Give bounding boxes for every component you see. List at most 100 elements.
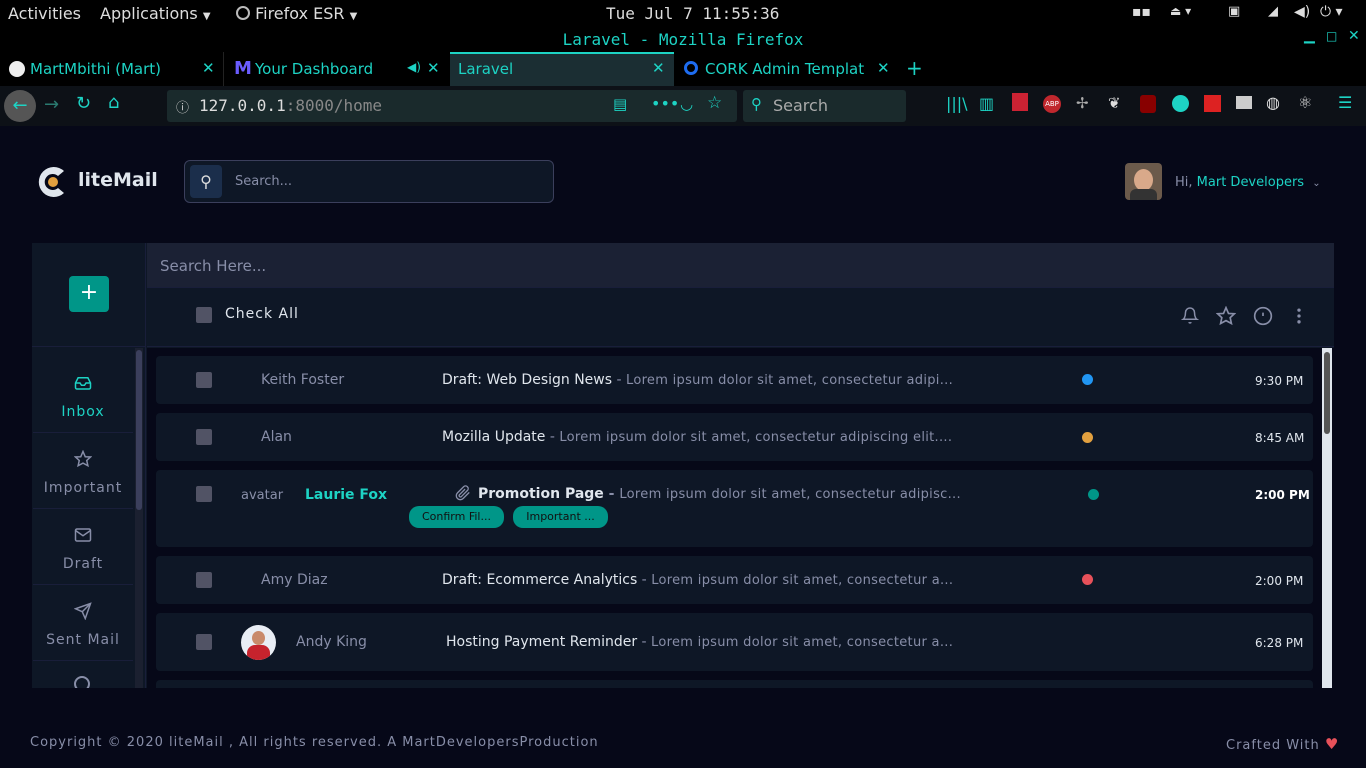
bell-icon[interactable] (1181, 306, 1199, 325)
extension-icon[interactable]: ❦ (1108, 94, 1121, 112)
footer-crafted: Crafted With ♥ (1226, 735, 1339, 753)
upload-icon[interactable]: ⏏ ▾ (1170, 4, 1191, 18)
check-all-checkbox[interactable] (196, 307, 212, 323)
react-icon[interactable]: ⚛ (1298, 93, 1312, 112)
alert-circle-icon[interactable] (74, 676, 92, 688)
avatar[interactable] (1125, 163, 1162, 200)
mail-subject: Mozilla Update (442, 429, 546, 445)
tab-label: MartMbithi (Mart) (30, 60, 162, 78)
mail-item[interactable]: Keith Foster Draft: Web Design News - Lo… (156, 356, 1313, 404)
applications-menu[interactable]: Applications ▼ (100, 4, 211, 23)
extension-icon[interactable] (1204, 95, 1221, 112)
reload-icon[interactable]: ↻ (76, 93, 91, 114)
activities-button[interactable]: Activities (8, 4, 81, 23)
mail-checkbox[interactable] (196, 634, 212, 650)
page-actions-icon[interactable]: ••• (651, 94, 679, 113)
star-icon[interactable] (1216, 306, 1236, 326)
sidebar-icon[interactable]: ▥ (979, 94, 994, 113)
home-icon[interactable]: ⌂ (108, 92, 119, 113)
clock[interactable]: Tue Jul 7 11:55:36 (606, 4, 779, 23)
star-icon (74, 450, 92, 468)
url-bar[interactable]: ⓘ 127.0.0.1:8000/home ▤ ••• ◡ ☆ (167, 90, 737, 122)
new-tab-icon[interactable]: + (906, 56, 923, 80)
close-tab-icon[interactable]: ✕ (877, 59, 890, 77)
cork-icon (684, 61, 698, 75)
search-icon: ⚲ (190, 165, 222, 198)
compose-button[interactable]: + (69, 276, 109, 312)
maximize-icon[interactable]: □ (1326, 29, 1337, 43)
wifi-icon[interactable]: ◢ (1268, 4, 1278, 19)
firefox-esr-menu[interactable]: Firefox ESR ▼ (236, 4, 357, 23)
mail-list-scrollbar[interactable] (1322, 348, 1332, 688)
crafted-label: Crafted With (1226, 738, 1320, 753)
alert-circle-icon[interactable] (1253, 306, 1273, 326)
sidebar-item-inbox[interactable]: Inbox (33, 357, 133, 433)
menu-icon[interactable]: ☰ (1338, 93, 1352, 112)
tab-github[interactable]: MartMbithi (Mart) ✕ (0, 52, 224, 86)
applications-label: Applications (100, 4, 198, 23)
extension-icon[interactable] (1236, 96, 1252, 109)
mail-item[interactable] (156, 680, 1313, 688)
url-path: :8000/home (285, 96, 383, 115)
litemail-logo-icon[interactable] (36, 163, 70, 201)
tag-badge[interactable]: Important ... (513, 506, 608, 528)
firefox-icon (236, 6, 250, 20)
mail-subject: Hosting Payment Reminder (446, 634, 638, 650)
video-icon[interactable]: ▪▪ (1132, 4, 1151, 20)
close-tab-icon[interactable]: ✕ (652, 59, 665, 77)
avatar (241, 625, 276, 660)
extension-icon[interactable] (1172, 95, 1189, 112)
close-tab-icon[interactable]: ✕ (202, 59, 215, 77)
reader-view-icon[interactable]: ▤ (613, 95, 627, 113)
extension-icon[interactable]: ✢ (1076, 94, 1089, 112)
close-window-icon[interactable]: ✕ (1348, 28, 1360, 44)
minimize-icon[interactable]: ▁ (1304, 28, 1315, 44)
chevron-down-icon: ▼ (202, 11, 211, 22)
sidebar-item-sent-mail[interactable]: Sent Mail (33, 585, 133, 661)
forward-icon[interactable]: → (44, 94, 59, 115)
tab-label: Your Dashboard (255, 60, 374, 78)
tab-dashboard[interactable]: M Your Dashboard ◀) ✕ (225, 52, 449, 86)
browser-search-field[interactable]: ⚲ Search (743, 90, 906, 122)
back-icon[interactable]: ← (4, 90, 36, 122)
extension-icon[interactable] (1012, 93, 1028, 111)
speaker-icon[interactable]: ◀) (407, 60, 421, 74)
user-menu[interactable]: Hi, Mart Developers ⌄ (1175, 175, 1321, 190)
mail-item[interactable]: Andy King Hosting Payment Reminder - Lor… (156, 613, 1313, 671)
mail-preview: Lorem ipsum dolor sit amet, consectetur … (626, 373, 954, 388)
mail-item[interactable]: Amy Diaz Draft: Ecommerce Analytics - Lo… (156, 556, 1313, 604)
volume-icon[interactable]: ◀) (1294, 4, 1310, 20)
mail-checkbox[interactable] (196, 429, 212, 445)
bookmark-star-icon[interactable]: ☆ (707, 93, 722, 113)
tab-laravel[interactable]: Laravel ✕ (450, 52, 674, 86)
tag-badge[interactable]: Confirm Fil... (409, 506, 504, 528)
greeting: Hi, (1175, 175, 1193, 190)
brand-name[interactable]: liteMail (78, 169, 158, 191)
mail-item[interactable]: avatar Laurie Fox Promotion Page - Lorem… (156, 470, 1313, 547)
mail-item[interactable]: Alan Mozilla Update - Lorem ipsum dolor … (156, 413, 1313, 461)
mail-checkbox[interactable] (196, 372, 212, 388)
chevron-down-icon: ⌄ (1312, 178, 1321, 189)
mail-icon (74, 528, 92, 542)
mail-search-input[interactable]: Search Here... (147, 243, 1334, 288)
more-vertical-icon[interactable] (1289, 306, 1309, 326)
mail-action-bar (147, 289, 1334, 347)
header-search-input[interactable]: ⚲ Search... (184, 160, 554, 203)
library-icon[interactable]: |||\ (946, 94, 968, 113)
pocket-icon[interactable]: ◡ (680, 95, 693, 113)
close-tab-icon[interactable]: ✕ (427, 59, 440, 77)
mail-checkbox[interactable] (196, 572, 212, 588)
screenshot-icon[interactable]: ▣ (1228, 4, 1240, 19)
ublock-icon[interactable] (1140, 95, 1156, 113)
info-icon[interactable]: ⓘ (176, 97, 189, 116)
mail-checkbox[interactable] (196, 486, 212, 502)
power-icon[interactable]: ⏻ ▾ (1320, 4, 1343, 20)
sidebar-item-important[interactable]: Important (33, 433, 133, 509)
sidebar-item-label: Important (43, 480, 123, 496)
sidebar-scrollbar[interactable] (135, 348, 143, 688)
globe-icon[interactable]: ◍ (1266, 93, 1280, 112)
sidebar-item-draft[interactable]: Draft (33, 509, 133, 585)
mail-time: 8:45 AM (1255, 431, 1305, 445)
tab-cork[interactable]: CORK Admin Template ✕ (675, 52, 899, 86)
adblock-icon[interactable]: ABP (1043, 95, 1061, 113)
